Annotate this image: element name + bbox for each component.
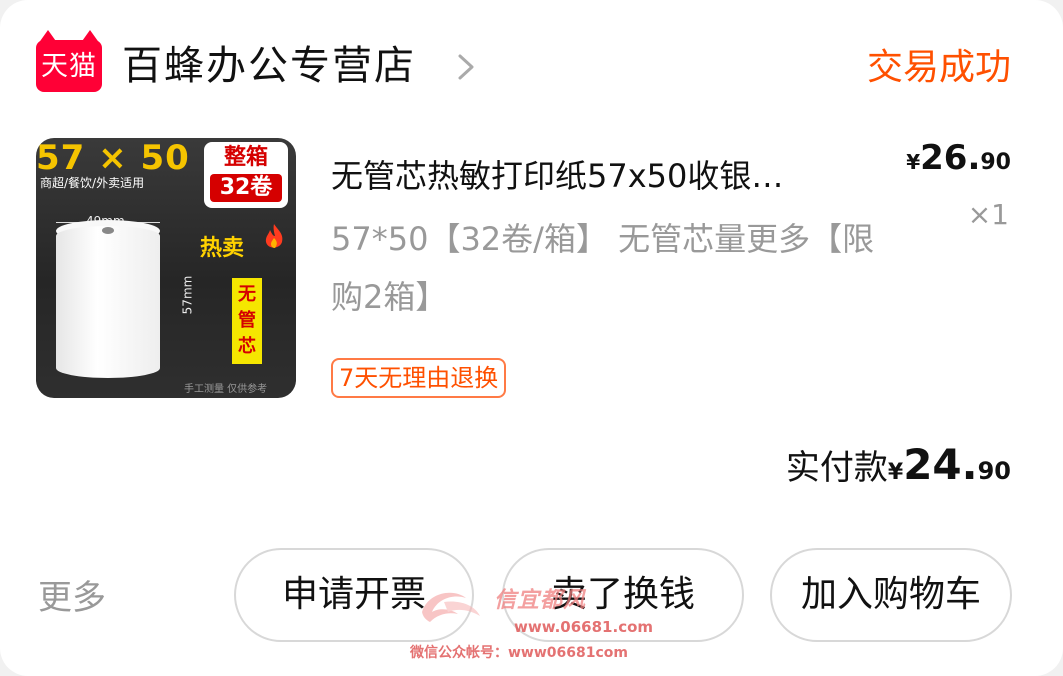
order-status: 交易成功 — [866, 47, 1011, 88]
price-symbol: ¥ — [906, 150, 921, 174]
paid-label: 实付款 — [785, 448, 888, 488]
product-sku: 57*50【32卷/箱】 无管芯量更多【限购2箱】 — [331, 220, 875, 316]
image-box-line2: 32卷 — [210, 174, 282, 202]
return-policy-badge: 7天无理由退换 — [331, 358, 507, 398]
more-button[interactable]: 更多 — [38, 574, 106, 622]
tmall-logo-text: 天猫 — [41, 51, 97, 82]
paid-integer: 24. — [903, 440, 978, 489]
image-hot-text: 热卖 — [200, 236, 245, 261]
paid-decimal: 90 — [977, 457, 1011, 485]
image-box-line1: 整箱 — [223, 145, 268, 170]
product-price: ¥26.90 — [906, 138, 1011, 178]
logo-ear-right — [80, 30, 100, 44]
image-box-badge: 整箱 32卷 — [204, 142, 288, 208]
watermark-logo-icon — [422, 592, 480, 622]
image-roll-hole — [102, 227, 114, 234]
order-card: 天猫 百蜂办公专营店 交易成功 57 × 50 商超/餐饮/外卖适用 整箱 32… — [0, 0, 1063, 676]
image-roll — [56, 226, 160, 378]
product-title[interactable]: 无管芯热敏打印纸57x50收银… — [331, 150, 891, 202]
paid-symbol: ¥ — [887, 460, 904, 485]
image-size-text: 57 × 50 — [36, 138, 190, 178]
watermark-line2: www.06681.com — [514, 618, 654, 636]
add-to-cart-button[interactable]: 加入购物车 — [770, 548, 1012, 642]
flame-icon — [265, 224, 283, 248]
chevron-right-icon[interactable] — [452, 48, 480, 86]
price-integer: 26. — [920, 138, 981, 178]
image-footer-note: 手工测量 仅供参考 — [184, 384, 268, 395]
shop-name-link[interactable]: 百蜂办公专营店 — [122, 36, 416, 96]
product-image[interactable]: 57 × 50 商超/餐饮/外卖适用 整箱 32卷 49mm 57mm 热卖 无… — [36, 138, 296, 398]
image-height-dim: 57mm — [180, 275, 195, 315]
paid-amount: 实付款¥24.90 — [786, 440, 1011, 489]
image-no-core-tag: 无管芯 — [232, 278, 262, 364]
watermark-line3: 微信公众帐号：www06681com — [410, 645, 629, 661]
logo-ear-left — [38, 30, 58, 44]
product-quantity: ×1 — [967, 198, 1009, 231]
watermark-line1: 信宜都风 — [494, 588, 587, 613]
image-subtitle: 商超/餐饮/外卖适用 — [40, 176, 145, 190]
tmall-logo-icon[interactable]: 天猫 — [36, 30, 102, 92]
price-decimal: 90 — [980, 150, 1011, 175]
